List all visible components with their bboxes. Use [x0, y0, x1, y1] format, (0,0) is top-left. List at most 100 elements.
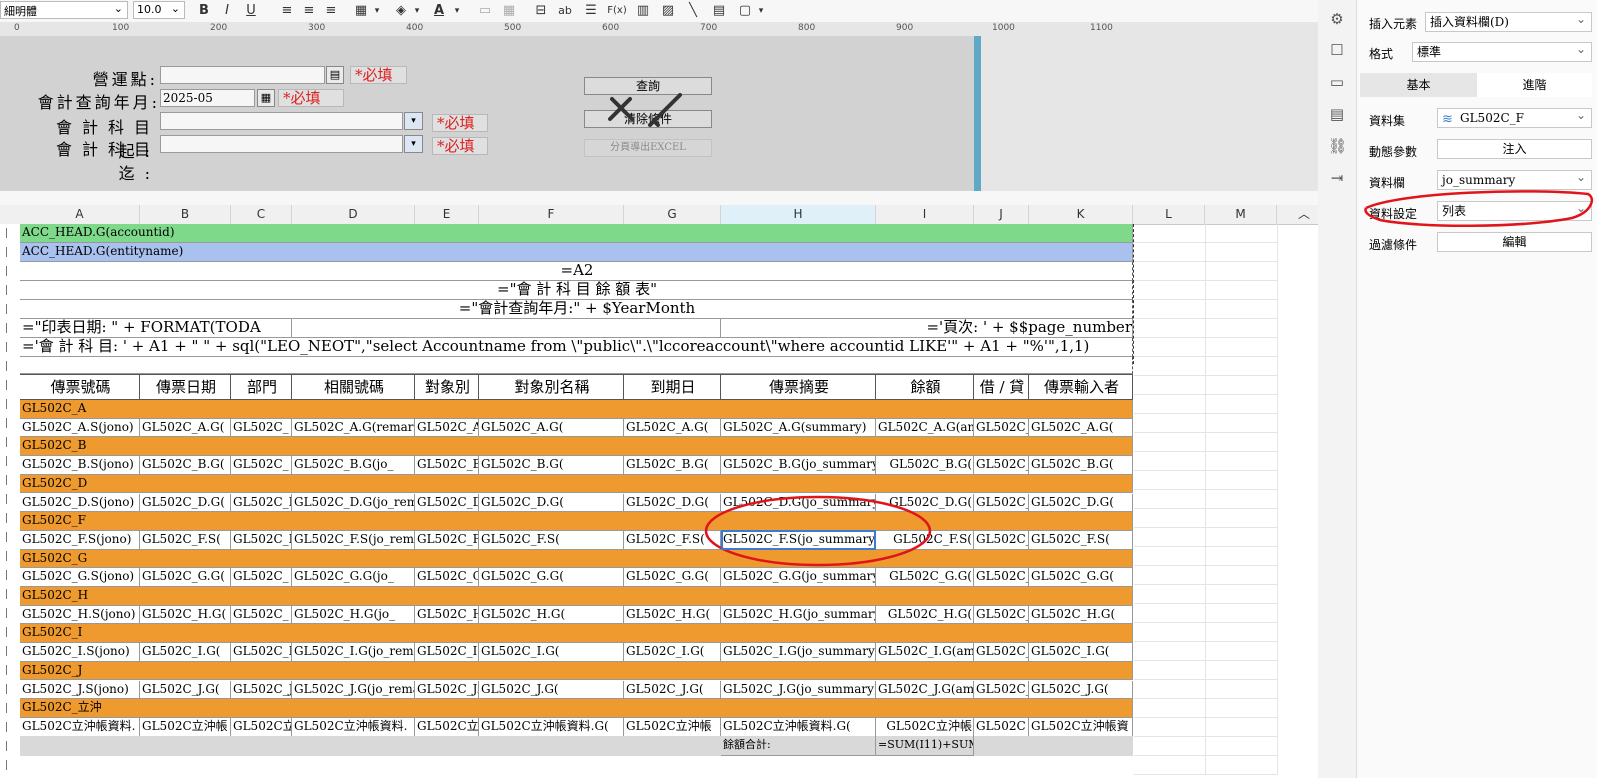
data-cell[interactable]: GL502C立沖帳: [624, 717, 721, 737]
column-header[interactable]: B: [140, 205, 231, 224]
blank-row[interactable]: [20, 357, 1133, 374]
total-label[interactable]: 餘額合計:: [721, 736, 876, 756]
empty-cell[interactable]: [1206, 376, 1278, 395]
group-header-row[interactable]: GL502C_H: [20, 587, 1133, 606]
data-cell[interactable]: GL502C_H.G(: [876, 605, 974, 625]
column-header[interactable]: K: [1029, 205, 1133, 224]
font-color-dropdown-icon[interactable]: ▾: [448, 2, 466, 20]
acct-to-input[interactable]: [160, 135, 403, 153]
hyperlink-icon[interactable]: ⛓: [1328, 137, 1347, 155]
group-header-row[interactable]: GL502C_I: [20, 624, 1133, 644]
empty-cell[interactable]: [1206, 509, 1278, 528]
group-header-row[interactable]: GL502C_A: [20, 400, 1133, 419]
data-cell[interactable]: GL502C_B.G(: [140, 456, 231, 475]
data-cell[interactable]: GL502C_: [974, 418, 1029, 438]
font-size-select[interactable]: 10.0 ⌄: [133, 1, 185, 19]
empty-cell[interactable]: [1206, 680, 1278, 699]
empty-cell[interactable]: [1206, 338, 1278, 357]
data-cell[interactable]: GL502C_H.: [415, 605, 479, 625]
function-icon[interactable]: F(x): [606, 2, 628, 20]
image-icon[interactable]: ▨: [659, 2, 677, 20]
font-family-select[interactable]: 細明體 ⌄: [0, 1, 128, 19]
data-cell[interactable]: GL502C_G.G(: [140, 568, 231, 587]
column-header[interactable]: E: [415, 205, 479, 224]
empty-cell[interactable]: [1134, 300, 1206, 319]
header-cell[interactable]: 相關號碼: [292, 374, 415, 400]
cell-icon[interactable]: ☐: [1328, 41, 1346, 59]
data-cell[interactable]: GL502C_F.S(: [140, 530, 231, 550]
title-report[interactable]: ="會 計 科 目 餘 額 表": [20, 281, 1133, 300]
data-cell[interactable]: GL502C_I.: [415, 643, 479, 662]
data-cell[interactable]: GL502C_H.G(jo_: [292, 605, 415, 625]
empty-cell[interactable]: [1206, 357, 1278, 376]
empty-cell[interactable]: [1134, 756, 1206, 775]
data-cell[interactable]: GL502C_I.G(: [479, 643, 624, 662]
acc-head-entityname[interactable]: ACC_HEAD.G(entityname): [20, 243, 1133, 262]
data-cell[interactable]: GL502C_B.G(: [1029, 456, 1133, 475]
data-cell[interactable]: GL502C立沖帳資料.: [20, 717, 140, 737]
merge-icon[interactable]: ▭: [476, 2, 494, 20]
data-cell[interactable]: GL502C_H.G(: [1029, 605, 1133, 625]
acct-to-dropdown-icon[interactable]: ▾: [404, 135, 423, 153]
data-cell[interactable]: GL502C_I.G(jo_summary): [721, 643, 876, 662]
header-cell[interactable]: 對象別名稱: [479, 374, 624, 400]
data-cell[interactable]: GL502C_I.S(jono): [20, 643, 140, 662]
empty-cell[interactable]: [1206, 490, 1278, 509]
data-cell[interactable]: GL502C_I.G(: [624, 643, 721, 662]
format-select[interactable]: 標準: [1412, 40, 1592, 62]
header-cell[interactable]: 對象別: [415, 374, 479, 400]
data-cell[interactable]: GL502C_I.: [231, 643, 292, 662]
data-cell[interactable]: GL502C_D.G(: [1029, 493, 1133, 513]
data-cell[interactable]: GL502C_J.G(amt: [876, 680, 974, 700]
empty-cell[interactable]: [1134, 604, 1206, 623]
empty-cell[interactable]: [1134, 376, 1206, 395]
empty-cell[interactable]: [1134, 642, 1206, 661]
empty-cell[interactable]: [1206, 661, 1278, 680]
data-cell[interactable]: GL502C_: [974, 680, 1029, 700]
data-cell[interactable]: GL502C_G.S(jono): [20, 568, 140, 587]
data-cell[interactable]: GL502C_F.: [415, 530, 479, 550]
data-cell[interactable]: GL502C_G.G(: [479, 568, 624, 587]
column-header[interactable]: J: [974, 205, 1029, 224]
data-cell[interactable]: GL502C_J.G(jo_summary): [721, 680, 876, 700]
group-header-row[interactable]: GL502C_立沖: [20, 699, 1133, 718]
empty-cell[interactable]: [1134, 699, 1206, 718]
data-cell[interactable]: GL502C_: [974, 530, 1029, 550]
empty-cell[interactable]: [1206, 737, 1278, 756]
empty-cell[interactable]: [1134, 718, 1206, 737]
data-cell[interactable]: GL502C_: [231, 456, 292, 475]
period-input[interactable]: 2025-05: [160, 89, 255, 107]
data-cell[interactable]: GL502C_I.G(amt: [876, 643, 974, 662]
print-icon[interactable]: ▤: [1328, 105, 1346, 123]
data-cell[interactable]: GL502C_F: [231, 530, 292, 550]
header-cell[interactable]: 傳票日期: [140, 374, 231, 400]
empty-cell[interactable]: [1206, 281, 1278, 300]
empty-cell[interactable]: [292, 319, 721, 338]
empty-cell[interactable]: [1206, 300, 1278, 319]
data-cell[interactable]: GL502C立: [231, 717, 292, 737]
align-center-icon[interactable]: ≡: [300, 2, 318, 20]
empty-cell[interactable]: [1206, 224, 1278, 243]
data-cell[interactable]: GL502C立沖帳: [140, 717, 231, 737]
data-cell[interactable]: GL502C_B.S(jono): [20, 456, 140, 475]
data-cell[interactable]: GL502C立: [415, 717, 479, 737]
empty-cell[interactable]: [1134, 262, 1206, 281]
filter-edit-button[interactable]: 編輯: [1437, 232, 1592, 252]
underline-button[interactable]: U: [242, 2, 260, 20]
branch-input[interactable]: [160, 66, 325, 84]
scroll-up-icon[interactable]: ︿: [1296, 205, 1312, 224]
data-cell[interactable]: GL502C: [974, 717, 1029, 737]
empty-cell[interactable]: [1134, 319, 1206, 338]
branch-picker-icon[interactable]: ▤: [326, 66, 344, 84]
chart-icon[interactable]: ▥: [634, 2, 652, 20]
empty-cell[interactable]: [1134, 528, 1206, 547]
data-cell[interactable]: GL502C_B.G(jo_summary): [721, 456, 876, 475]
data-cell[interactable]: GL502C_D.G(: [479, 493, 624, 513]
insert-select[interactable]: 插入資料欄(D): [1425, 10, 1592, 32]
acct-from-input[interactable]: [160, 112, 403, 130]
empty-cell[interactable]: [1134, 471, 1206, 490]
font-color-icon[interactable]: A: [430, 2, 448, 20]
export-excel-button[interactable]: 分頁導出EXCEL: [584, 139, 712, 157]
column-header[interactable]: L: [1133, 205, 1205, 224]
data-cell[interactable]: GL502C_A.S(jono): [20, 418, 140, 438]
